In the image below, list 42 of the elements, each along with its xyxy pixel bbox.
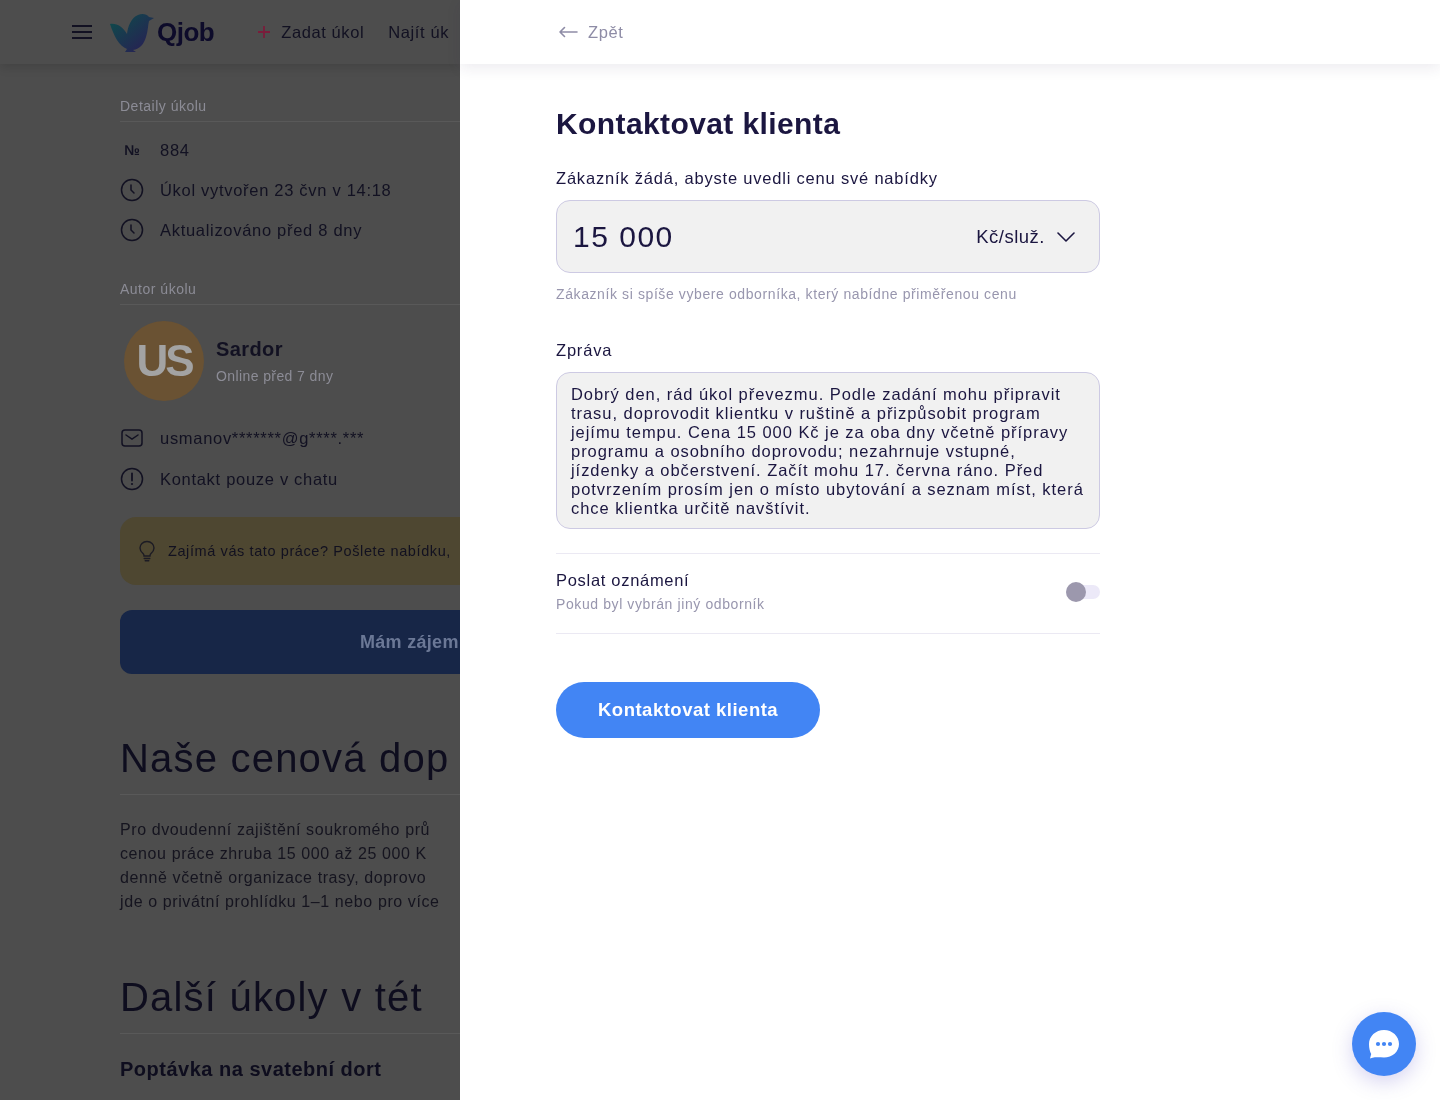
message-label: Zpráva <box>556 340 614 360</box>
price-description: Pro dvoudenní zajištění soukromého prů cenou práce zhruba 15 000 až 25 000 K denně včetně organizace trasy, doprovo jde o privátní prohlídku 1–1 nebo pro více <box>120 820 441 912</box>
price-value: 15 000 <box>573 219 674 254</box>
interest-button[interactable]: Mám zájem <box>120 610 460 674</box>
message-field[interactable]: Dobrý den, rád úkol převezmu. Podle zadání mohu připravit trasu, doprovodit klientku v ruštině a přizpůsobit program jejímu tempu. Cena 15 000 Kč je za oba dny včetně přípravy programu a osobního doprovodu; nezahrnuje vstupné, jízdenky a občerstvení. Začít mohu 17. června ráno. Před potvrzením prosím jen o místo ubytování a seznam míst, která chce klientka určitě navštívit. <box>556 372 1100 529</box>
clock-icon <box>120 178 144 202</box>
back-link[interactable]: Zpět <box>558 22 624 42</box>
detail-text: 884 <box>160 140 190 160</box>
price-hint: Zákazník si spíše vybere odborníka, který nabídne přiměřenou cenu <box>556 285 1018 303</box>
notify-label: Poslat oznámení <box>556 570 691 590</box>
nav-link[interactable]: Najít úk <box>388 22 449 42</box>
task-title-link[interactable]: Poptávka na svatební dort <box>120 1057 460 1081</box>
chevron-down-icon <box>1057 231 1075 242</box>
section-title: Detaily úkolu <box>120 97 460 122</box>
clock-icon <box>120 218 144 242</box>
drawer-title: Kontaktovat klienta <box>556 106 842 142</box>
contact-text: Kontakt pouze v chatu <box>160 469 338 489</box>
back-arrow-icon <box>558 26 578 38</box>
notice-text: Zajímá vás tato práce? Pošlete nabídku, <box>168 543 451 559</box>
bird-logo-icon[interactable] <box>110 12 154 52</box>
detail-text: Úkol vytvořen 23 čvn v 14:18 <box>160 180 392 200</box>
price-input-field[interactable]: 15 000 Kč/služ. <box>556 200 1100 273</box>
submit-button[interactable]: Kontaktovat klienta <box>556 682 821 738</box>
online-status: Online před 7 dny <box>216 367 334 385</box>
notify-hint: Pokud byl vybrán jiný odborník <box>556 595 765 613</box>
logo-text[interactable]: Qjob <box>157 16 215 48</box>
section-title: Autor úkolu <box>120 280 460 305</box>
bulb-icon <box>138 540 156 562</box>
contact-text: usmanov*******@g****.*** <box>160 428 365 448</box>
author-name: Sardor <box>216 337 284 361</box>
nav-link[interactable]: Zadat úkol <box>258 22 365 42</box>
detail-text: Aktualizováno před 8 dny <box>160 220 363 240</box>
plus-icon <box>258 26 271 38</box>
unit-dropdown[interactable]: Kč/služ. <box>976 225 1075 248</box>
price-label: Zákazník žádá, abyste uvedli cenu své nabídky <box>556 168 939 188</box>
mail-icon <box>120 426 144 450</box>
number-sign: № <box>123 142 141 158</box>
notification-toggle[interactable] <box>1066 581 1100 602</box>
avatar: US <box>124 321 204 401</box>
chat-bubble-icon <box>1368 1029 1400 1059</box>
menu-icon[interactable] <box>72 25 92 39</box>
alert-icon <box>120 467 144 491</box>
